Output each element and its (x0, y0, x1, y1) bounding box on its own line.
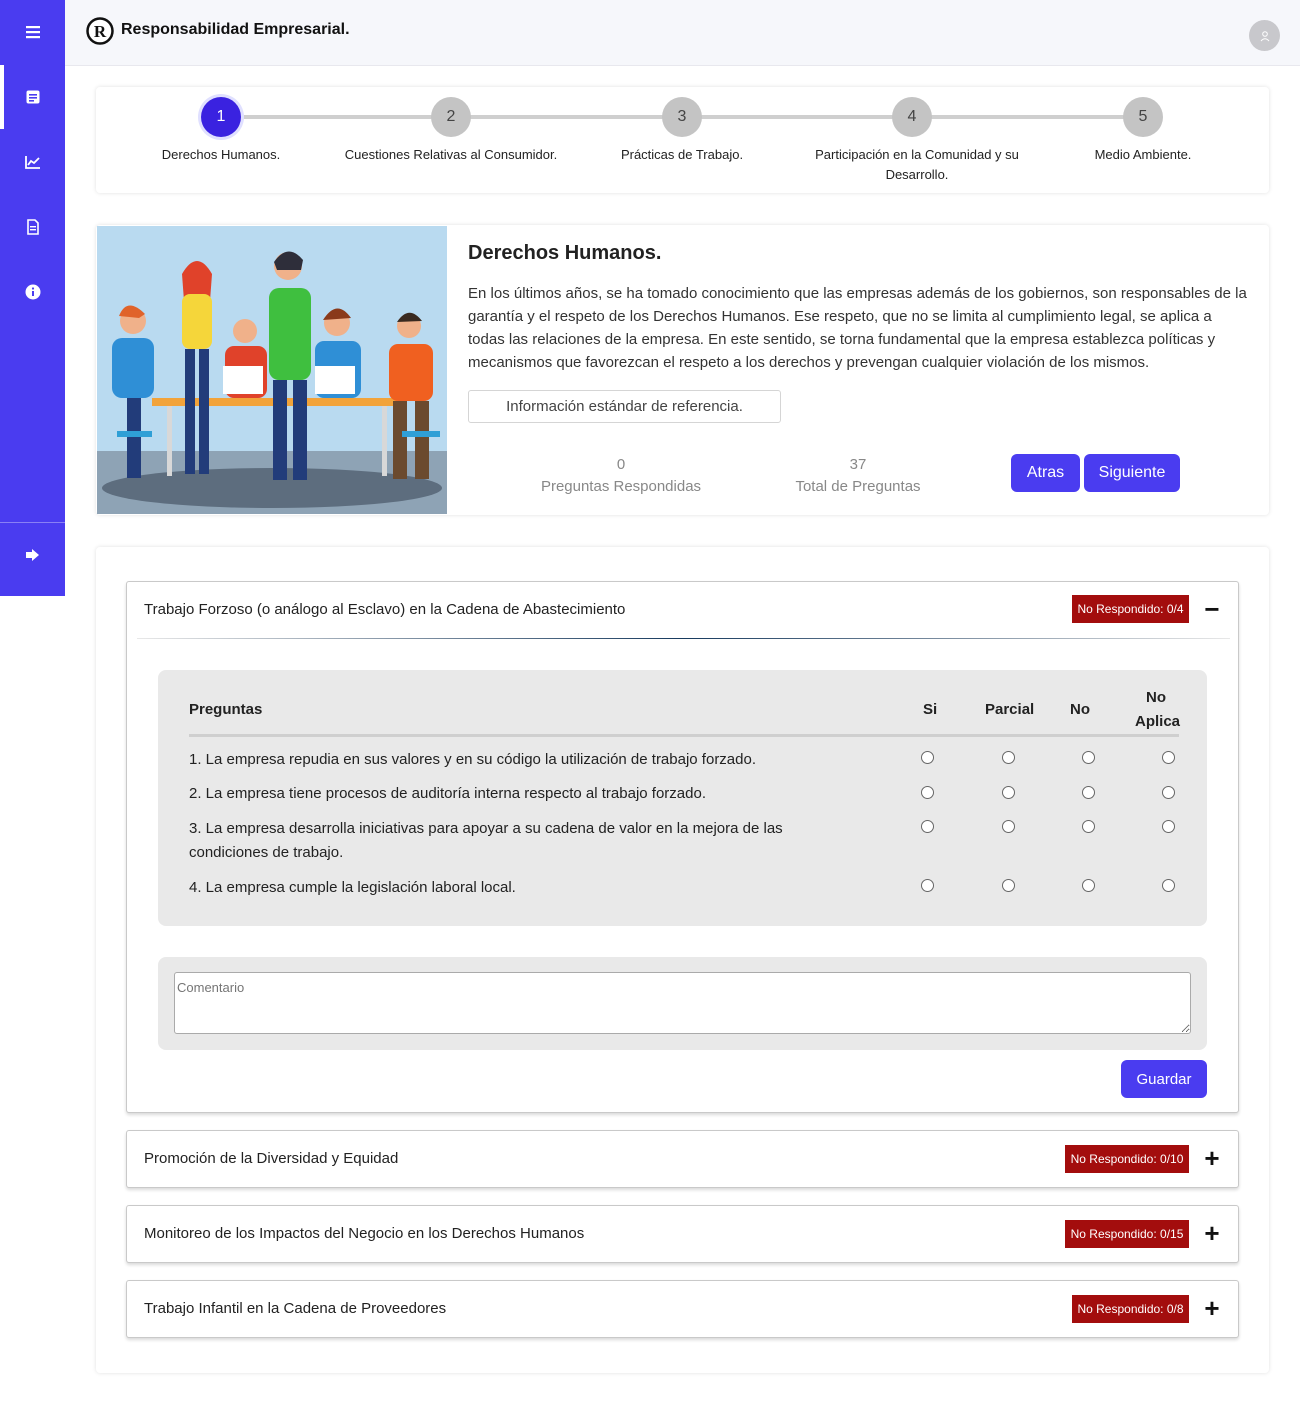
expand-icon[interactable]: + (1202, 1295, 1222, 1321)
svg-text:R: R (94, 22, 107, 41)
header-na-line1: No (1146, 689, 1166, 706)
q4-radio-no[interactable] (1082, 879, 1095, 892)
q1-radio-no-aplica[interactable] (1162, 751, 1175, 764)
q4-radio-si[interactable] (921, 879, 934, 892)
accordion-title[interactable]: Promoción de la Diversidad y Equidad (144, 1150, 398, 1167)
team-illustration (97, 226, 447, 514)
section-description: En los últimos años, se ha tomado conoci… (468, 285, 1247, 371)
question-4: 4. La empresa cumple la legislación labo… (189, 879, 516, 896)
step-5-label: Medio Ambiente. (1094, 147, 1192, 162)
expand-icon[interactable]: + (1202, 1145, 1222, 1171)
question-2: 2. La empresa tiene procesos de auditorí… (189, 785, 706, 802)
accordion-title[interactable]: Monitoreo de los Impactos del Negocio en… (144, 1225, 584, 1242)
q2-radio-parcial[interactable] (1002, 786, 1015, 799)
menu-icon[interactable] (0, 0, 65, 64)
status-badge: No Respondido: 0/15 (1065, 1220, 1189, 1248)
top-bar: R Responsabilidad Empresarial. (65, 0, 1300, 66)
q3-radio-si[interactable] (921, 820, 934, 833)
header-na-line2: Aplica (1135, 713, 1181, 730)
step-1-label: Derechos Humanos. (161, 147, 281, 162)
accordion-child-labor: Trabajo Infantil en la Cadena de Proveed… (126, 1280, 1239, 1338)
answered-count: 0 (616, 456, 626, 473)
total-label: Total de Preguntas (795, 478, 921, 495)
section-title: Derechos Humanos. (468, 242, 662, 264)
accordion-monitoring: Monitoreo de los Impactos del Negocio en… (126, 1205, 1239, 1263)
header-si: Si (923, 701, 938, 718)
question-3: 3. La empresa desarrolla iniciativas par… (189, 820, 783, 861)
q4-radio-parcial[interactable] (1002, 879, 1015, 892)
step-2-circle[interactable]: 2 (431, 97, 471, 137)
step-4-circle[interactable]: 4 (892, 97, 932, 137)
step-1-circle[interactable]: 1 (201, 97, 241, 137)
logout-icon[interactable] (0, 523, 65, 587)
questions-card: Trabajo Forzoso (o análogo al Esclavo) e… (96, 547, 1269, 1373)
accordion-divider (137, 638, 1230, 639)
q3-radio-no[interactable] (1082, 820, 1095, 833)
step-5-circle[interactable]: 5 (1123, 97, 1163, 137)
next-button[interactable]: Siguiente (1084, 454, 1180, 492)
accordion-title[interactable]: Trabajo Forzoso (o análogo al Esclavo) e… (144, 601, 625, 618)
answered-label: Preguntas Respondidas (540, 478, 702, 495)
collapse-icon[interactable]: − (1202, 596, 1222, 622)
q3-radio-parcial[interactable] (1002, 820, 1015, 833)
user-avatar-icon[interactable] (1249, 20, 1280, 51)
step-3-label: Prácticas de Trabajo. (620, 147, 744, 162)
app-title: Responsabilidad Empresarial. (121, 21, 350, 38)
step-2-label: Cuestiones Relativas al Consumidor. (344, 147, 558, 162)
chart-icon[interactable] (0, 130, 65, 194)
step-connector (451, 115, 682, 119)
status-badge: No Respondido: 0/4 (1072, 595, 1189, 623)
accordion-title[interactable]: Trabajo Infantil en la Cadena de Proveed… (144, 1300, 446, 1317)
q1-radio-no[interactable] (1082, 751, 1095, 764)
status-badge: No Respondido: 0/10 (1065, 1145, 1189, 1173)
total-count: 37 (849, 456, 867, 473)
questions-table: Preguntas Si Parcial No No Aplica 1. La … (158, 670, 1207, 926)
status-badge: No Respondido: 0/8 (1072, 1295, 1189, 1323)
q1-radio-parcial[interactable] (1002, 751, 1015, 764)
q3-radio-no-aplica[interactable] (1162, 820, 1175, 833)
sidebar (0, 0, 65, 596)
question-1: 1. La empresa repudia en sus valores y e… (189, 751, 757, 768)
step-connector (221, 115, 451, 119)
step-4-label: Participación en la Comunidad y su Desar… (815, 147, 1019, 182)
header-questions: Preguntas (189, 701, 263, 718)
info-icon[interactable] (0, 260, 65, 324)
document-icon[interactable] (0, 195, 65, 259)
comment-box (158, 957, 1207, 1050)
step-connector (912, 115, 1143, 119)
brand-logo: R (86, 17, 114, 45)
step-3-circle[interactable]: 3 (662, 97, 702, 137)
q4-radio-no-aplica[interactable] (1162, 879, 1175, 892)
reference-info-button[interactable]: Información estándar de referencia. (468, 390, 781, 423)
q2-radio-no-aplica[interactable] (1162, 786, 1175, 799)
header-no: No (1070, 701, 1090, 718)
section-intro-card: Derechos Humanos. En los últimos años, s… (96, 225, 1269, 515)
q2-radio-no[interactable] (1082, 786, 1095, 799)
accordion-forced-labor: Trabajo Forzoso (o análogo al Esclavo) e… (126, 581, 1239, 1113)
expand-icon[interactable]: + (1202, 1220, 1222, 1246)
step-connector (682, 115, 912, 119)
back-button[interactable]: Atras (1011, 454, 1080, 492)
q1-radio-si[interactable] (921, 751, 934, 764)
save-button[interactable]: Guardar (1121, 1060, 1207, 1098)
progress-stepper: 1 2 3 4 5 Derechos Humanos. Cuestiones R… (96, 87, 1269, 193)
header-parcial: Parcial (985, 701, 1035, 718)
table-header-rule (189, 734, 1179, 737)
accordion-diversity: Promoción de la Diversidad y Equidad No … (126, 1130, 1239, 1188)
q2-radio-si[interactable] (921, 786, 934, 799)
form-icon[interactable] (0, 65, 65, 129)
comment-textarea[interactable] (174, 972, 1191, 1034)
